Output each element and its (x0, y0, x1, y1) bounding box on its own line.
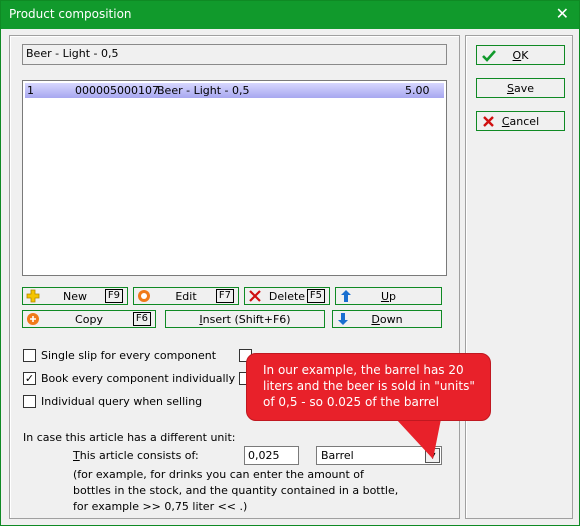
unit-amount-input[interactable]: 0,025 (244, 446, 299, 465)
product-composition-window: Product composition ✕ Beer - Light - 0,5… (0, 0, 580, 526)
edit-shortcut: F7 (215, 289, 234, 303)
component-number: 000005000107 (75, 84, 159, 97)
unit-hint-line-2: bottles in the stock, and the quantity c… (73, 484, 399, 497)
callout-balloon: In our example, the barrel has 20 liters… (246, 353, 491, 421)
consists-label: This article consists of: (73, 449, 199, 462)
ok-button[interactable]: OK (476, 45, 565, 65)
unit-hint-line-3: for example >> 0,75 liter << .) (73, 500, 248, 513)
delete-shortcut: F5 (306, 289, 325, 303)
component-list[interactable]: 1 000005000107 Beer - Light - 0,5 5.00 (22, 80, 447, 276)
copy-shortcut: F6 (132, 312, 151, 326)
down-button[interactable]: Down (332, 310, 442, 328)
component-name: Beer - Light - 0,5 (157, 84, 250, 97)
down-button-label: Down (371, 313, 403, 326)
insert-button-label: Insert (Shift+F6) (199, 313, 291, 326)
edit-button[interactable]: Edit F7 (133, 287, 239, 305)
single-slip-checkbox[interactable] (23, 349, 36, 362)
close-icon[interactable]: ✕ (556, 5, 569, 23)
new-button[interactable]: New F9 (22, 287, 128, 305)
dialog-button-panel (465, 35, 573, 519)
unit-hint-line-1: (for example, for drinks you can enter t… (73, 468, 364, 481)
delete-button[interactable]: Delete F5 (244, 287, 330, 305)
window-title: Product composition (9, 7, 132, 21)
copy-button[interactable]: Copy F6 (22, 310, 156, 328)
ok-button-label: OK (512, 49, 529, 62)
component-quantity: 5.00 (405, 84, 430, 97)
up-button[interactable]: Up (335, 287, 442, 305)
article-name-field: Beer - Light - 0,5 (22, 44, 447, 65)
cancel-button[interactable]: Cancel (476, 111, 565, 131)
individual-query-label: Individual query when selling (41, 395, 203, 408)
book-individually-checkbox[interactable]: ✓ (23, 372, 36, 385)
insert-button[interactable]: Insert (Shift+F6) (165, 310, 325, 328)
unit-select[interactable]: Barrel ▼ (316, 446, 442, 465)
new-shortcut: F9 (104, 289, 123, 303)
component-row[interactable]: 1 000005000107 Beer - Light - 0,5 5.00 (25, 83, 444, 98)
single-slip-label: Single slip for every component (41, 349, 217, 362)
individual-query-checkbox[interactable] (23, 395, 36, 408)
title-bar: Product composition ✕ (1, 1, 579, 29)
dropdown-arrow-icon[interactable]: ▼ (425, 448, 440, 463)
up-button-label: Up (380, 290, 397, 303)
save-button-label: Save (506, 82, 534, 95)
unit-select-value: Barrel (321, 449, 354, 462)
book-individually-label: Book every component individually (41, 372, 236, 385)
unit-heading: In case this article has a different uni… (23, 431, 236, 444)
save-button[interactable]: Save (476, 78, 565, 98)
cancel-button-label: Cancel (501, 115, 540, 128)
component-position: 1 (27, 84, 34, 97)
